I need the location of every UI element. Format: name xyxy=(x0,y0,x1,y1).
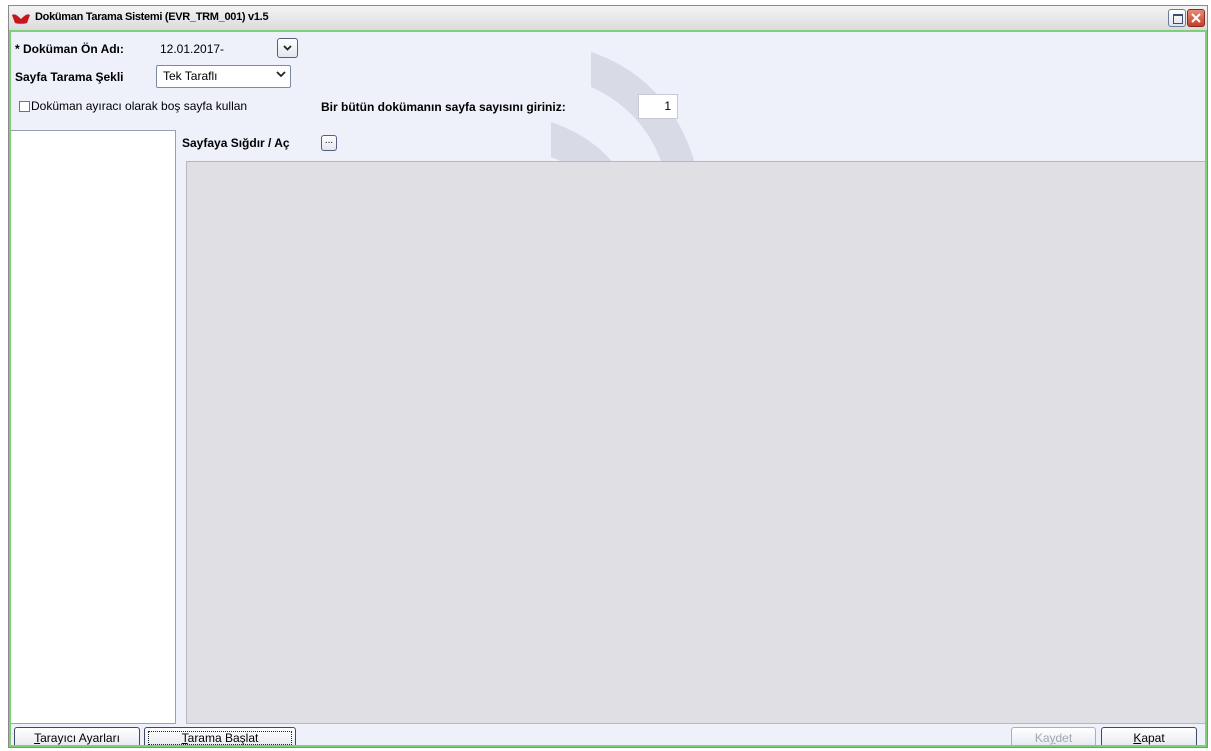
blank-page-separator-label[interactable]: Doküman ayıracı olarak boş sayfa kullan xyxy=(31,99,247,113)
thumbnail-panel[interactable] xyxy=(11,130,176,724)
close-button[interactable]: Kapat xyxy=(1101,727,1197,745)
scan-window: Doküman Tarama Sistemi (EVR_TRM_001) v1.… xyxy=(8,5,1208,748)
maximize-icon[interactable] xyxy=(1168,9,1186,27)
doc-name-label: * Doküman Ön Adı: xyxy=(15,42,124,56)
scan-mode-label: Sayfa Tarama Şekli xyxy=(15,70,124,84)
scanner-settings-button[interactable]: Tarayıcı Ayarları xyxy=(14,727,140,745)
fit-to-page-button[interactable]: ... xyxy=(321,135,337,151)
title-bar[interactable]: Doküman Tarama Sistemi (EVR_TRM_001) v1.… xyxy=(9,6,1207,31)
page-count-input[interactable]: 1 xyxy=(638,94,678,119)
doc-name-value[interactable]: 12.01.2017- xyxy=(160,42,224,56)
chevron-down-icon xyxy=(276,71,286,78)
scanner-settings-label: arayıcı Ayarları xyxy=(40,731,120,745)
chevron-down-icon xyxy=(283,45,292,51)
blank-page-separator-checkbox[interactable] xyxy=(19,101,30,112)
close-icon[interactable] xyxy=(1187,9,1205,27)
scan-mode-select[interactable]: Tek Taraflı xyxy=(156,65,291,88)
save-button[interactable]: Kaydet xyxy=(1011,727,1096,745)
focus-indicator xyxy=(148,731,292,745)
fit-to-page-label: Sayfaya Sığdır / Aç xyxy=(182,136,290,150)
window-title: Doküman Tarama Sistemi (EVR_TRM_001) v1.… xyxy=(35,11,269,23)
close-label-rest: apat xyxy=(1141,731,1165,745)
start-scan-button[interactable]: Tarama Başlat xyxy=(144,727,296,745)
page-count-label: Bir bütün dokümanın sayfa sayısını girin… xyxy=(321,100,566,114)
client-area: * Doküman Ön Adı: 12.01.2017- Sayfa Tara… xyxy=(9,30,1207,747)
document-preview-area[interactable] xyxy=(186,161,1205,724)
save-label-rest: det xyxy=(1055,731,1073,745)
save-label-pre: Ka xyxy=(1034,731,1050,745)
doc-name-dropdown-button[interactable] xyxy=(277,38,298,58)
bottom-toolbar: Tarayıcı Ayarları Tarama Başlat Kaydet K… xyxy=(11,724,1205,745)
scan-mode-value: Tek Taraflı xyxy=(163,69,218,83)
app-logo-icon xyxy=(12,14,30,24)
